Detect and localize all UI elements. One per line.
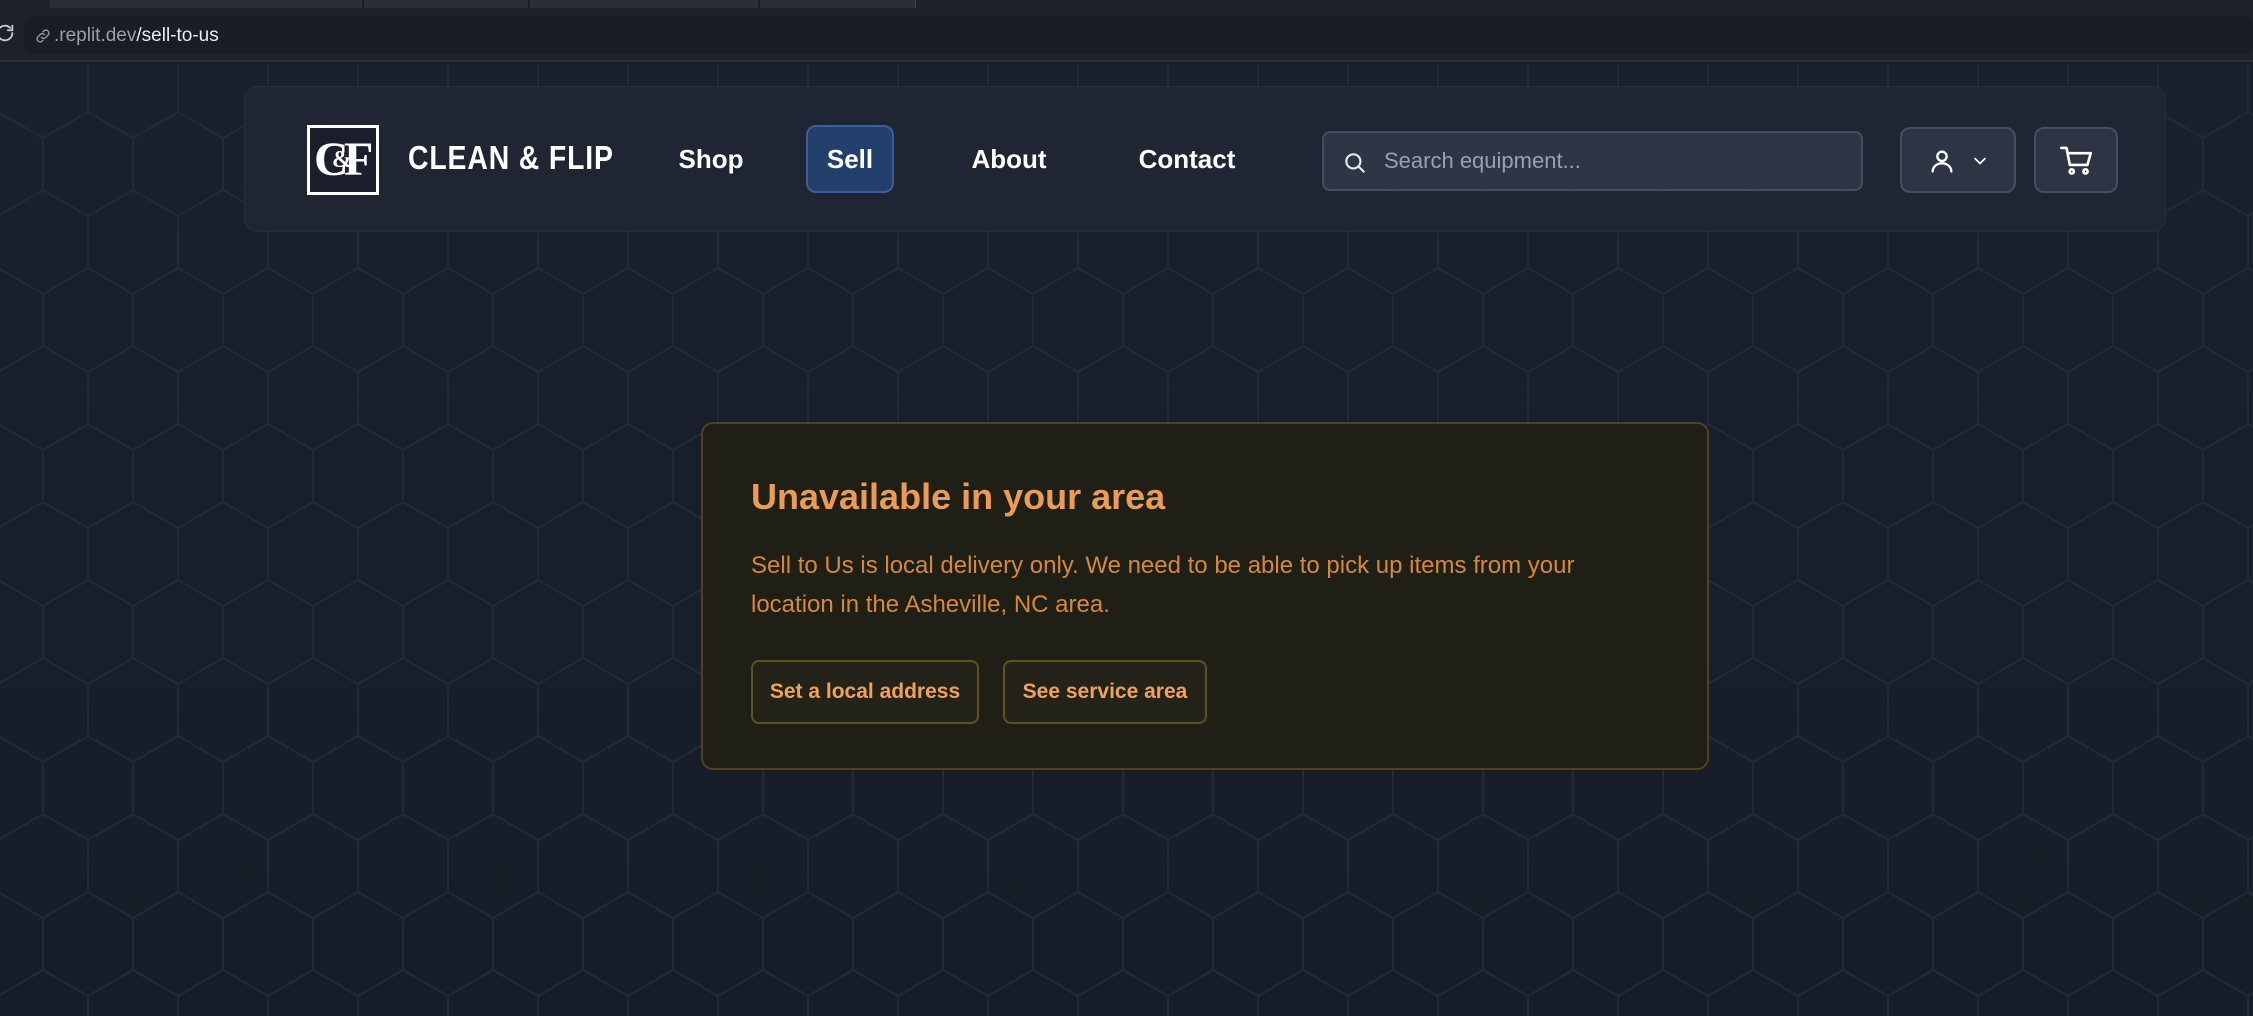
cart-icon <box>2060 146 2093 175</box>
unavailable-alert: Unavailable in your area Sell to Us is l… <box>701 422 1709 770</box>
site-header: C & F CLEAN & FLIP Shop Sell About Conta… <box>244 86 2166 232</box>
chevron-down-icon <box>1974 157 1986 165</box>
browser-tab-strip <box>0 0 2253 8</box>
brand-name[interactable]: CLEAN & FLIP <box>408 139 614 177</box>
url-text: .replit.dev/sell-to-us <box>54 25 219 47</box>
search-box[interactable] <box>1322 131 1863 191</box>
browser-toolbar: .replit.dev/sell-to-us <box>0 8 2253 62</box>
link-icon <box>36 29 50 43</box>
cart-button[interactable] <box>2034 127 2118 193</box>
nav-contact[interactable]: Contact <box>1121 125 1253 193</box>
url-path: /sell-to-us <box>136 25 219 46</box>
set-local-address-button[interactable]: Set a local address <box>751 660 979 724</box>
nav-shop[interactable]: Shop <box>671 125 751 193</box>
nav-sell[interactable]: Sell <box>806 125 894 193</box>
browser-tabs[interactable] <box>50 0 916 8</box>
logo[interactable]: C & F <box>307 125 379 195</box>
url-domain: .replit.dev <box>54 25 137 46</box>
reload-icon[interactable] <box>0 22 16 44</box>
account-menu-button[interactable] <box>1900 127 2016 193</box>
logo-letter-f: F <box>344 133 374 186</box>
alert-title: Unavailable in your area <box>751 476 1166 517</box>
page-content: C & F CLEAN & FLIP Shop Sell About Conta… <box>0 64 2253 1016</box>
user-icon <box>1931 150 1953 173</box>
nav-about[interactable]: About <box>963 125 1055 193</box>
search-icon <box>1345 153 1365 173</box>
see-service-area-button[interactable]: See service area <box>1003 660 1207 724</box>
search-input[interactable] <box>1384 133 1854 189</box>
alert-message: Sell to Us is local delivery only. We ne… <box>751 552 1575 618</box>
address-bar[interactable]: .replit.dev/sell-to-us <box>24 16 2253 54</box>
